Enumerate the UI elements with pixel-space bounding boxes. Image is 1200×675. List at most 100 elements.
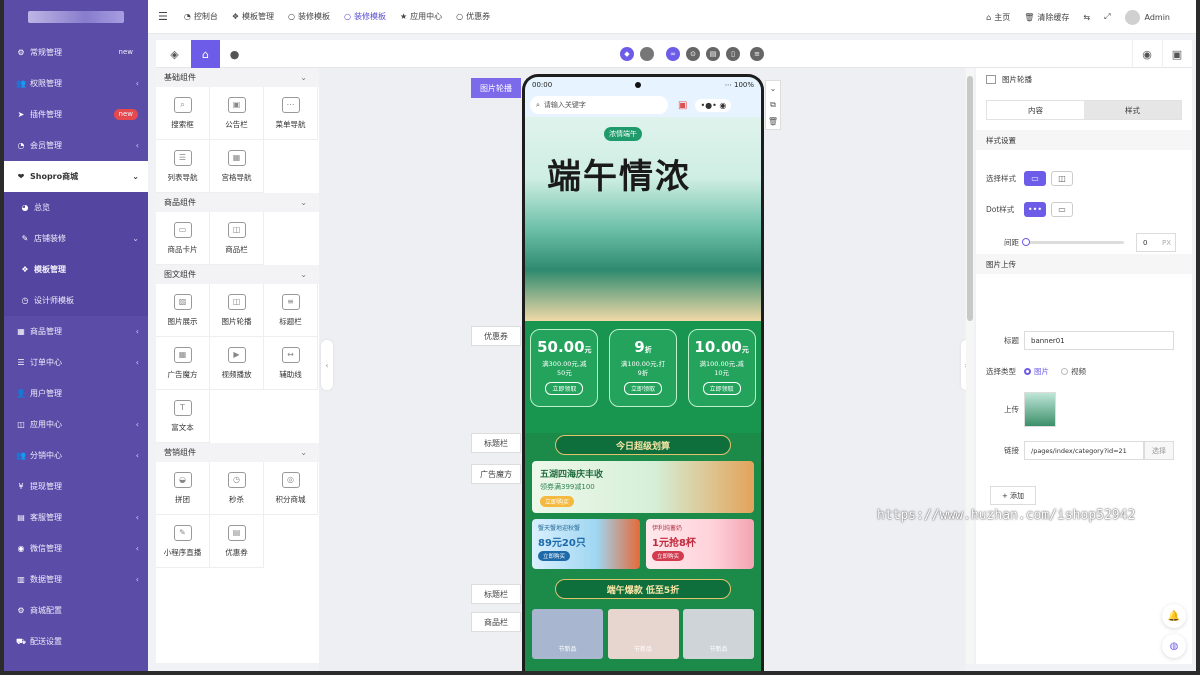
- menu-toggle-icon[interactable]: ☰: [158, 10, 168, 23]
- component-item[interactable]: ◒ 拼团: [156, 462, 210, 515]
- coupon-card[interactable]: 50.00元 满300.00元,减 50元 立即领取: [530, 329, 599, 407]
- component-item[interactable]: ▭ 商品卡片: [156, 212, 210, 265]
- component-group-1[interactable]: 商品组件 ⌄: [156, 193, 319, 212]
- component-item[interactable]: ↔ 辅助线: [264, 337, 318, 390]
- component-item[interactable]: ⋯ 菜单导航: [264, 87, 318, 140]
- phone-search-box[interactable]: ⌕ 请输入关键字: [530, 96, 668, 114]
- app-icon[interactable]: ▯: [726, 47, 740, 61]
- component-item[interactable]: ≡ 标题栏: [264, 284, 318, 337]
- spacing-input[interactable]: 0 PX: [1136, 233, 1176, 252]
- home-link[interactable]: ⌂ 主页: [986, 12, 1010, 23]
- fullscreen-icon[interactable]: ⤢: [1104, 12, 1110, 22]
- component-item[interactable]: T 富文本: [156, 390, 210, 443]
- style-option-2[interactable]: ◫: [1051, 171, 1073, 186]
- chip-goods-bar[interactable]: 商品栏: [471, 612, 521, 632]
- sidebar-item-3[interactable]: ◔ 会员管理 ‹: [4, 130, 148, 161]
- chip-coupon[interactable]: 优惠券: [471, 326, 521, 346]
- dot-option-2[interactable]: ▭: [1051, 202, 1073, 217]
- sidebar-item-12[interactable]: ◫ 应用中心 ‹: [4, 409, 148, 440]
- tab-1[interactable]: ❖ 模板管理: [232, 11, 274, 22]
- user-menu[interactable]: Admin: [1124, 9, 1170, 25]
- sidebar-item-15[interactable]: ▤ 客服管理 ‹: [4, 502, 148, 533]
- banner-image[interactable]: 浓情端午 端午情浓: [525, 117, 761, 321]
- tab-4[interactable]: ★ 应用中心: [400, 11, 442, 22]
- promo-button[interactable]: 立即购买: [540, 496, 575, 507]
- link-input[interactable]: /pages/index/category?id=21: [1024, 441, 1144, 460]
- translate-icon[interactable]: ⇆: [1083, 13, 1090, 22]
- sidebar-item-13[interactable]: 👥 分销中心 ‹: [4, 440, 148, 471]
- chip-title-bar-2[interactable]: 标题栏: [471, 584, 521, 604]
- component-item[interactable]: ◷ 秒杀: [210, 462, 264, 515]
- component-item[interactable]: ▶ 视频播放: [210, 337, 264, 390]
- goods-card[interactable]: 节新品: [607, 609, 679, 659]
- ad-card-milk[interactable]: 伊利纯蓄奶 1元抢8杯 立即购买: [646, 519, 754, 569]
- component-item[interactable]: ⌕ 搜索框: [156, 87, 210, 140]
- chevron-down-icon[interactable]: ⌄: [770, 84, 777, 93]
- preview-eye-icon[interactable]: ◉: [1132, 40, 1161, 68]
- dot-option-1[interactable]: •••: [1024, 202, 1046, 217]
- scan-icon[interactable]: ▣: [678, 100, 687, 111]
- title-input[interactable]: banner01: [1024, 331, 1174, 350]
- sidebar-item-9[interactable]: ▦ 商品管理 ‹: [4, 316, 148, 347]
- ad-card-crab-button[interactable]: 立即购买: [538, 551, 571, 561]
- component-item[interactable]: ◫ 图片轮播: [210, 284, 264, 337]
- coupon-claim-button[interactable]: 立即领取: [702, 382, 741, 395]
- component-item[interactable]: ▦ 广告魔方: [156, 337, 210, 390]
- link-select-button[interactable]: 选择: [1144, 441, 1174, 460]
- coupon-card[interactable]: 9折 满100.00元,打 9折 立即领取: [608, 329, 677, 407]
- component-item[interactable]: ▦ 宫格导航: [210, 140, 264, 193]
- home-page-icon[interactable]: ⌂: [191, 40, 220, 68]
- goods-card[interactable]: 节新品: [532, 609, 603, 659]
- save-icon[interactable]: ▣: [1162, 40, 1191, 68]
- component-group-0[interactable]: 基础组件 ⌄: [156, 68, 319, 87]
- layers-icon[interactable]: ◈: [160, 40, 189, 68]
- sidebar-item-18[interactable]: ⚙ 商城配置: [4, 595, 148, 626]
- clear-cache-link[interactable]: 🗑 清除缓存: [1024, 12, 1069, 23]
- sidebar-item-16[interactable]: ◉ 微信管理 ‹: [4, 533, 148, 564]
- sidebar-item-5[interactable]: ◕ 总览: [4, 192, 148, 223]
- sidebar-item-17[interactable]: ▥ 数据管理 ‹: [4, 564, 148, 595]
- platform-wechat-icon[interactable]: ◆: [620, 47, 634, 61]
- menu-list-icon[interactable]: ≡: [750, 47, 764, 61]
- platform-apple-icon[interactable]: [640, 47, 654, 61]
- spacing-slider[interactable]: [1022, 238, 1124, 246]
- scrollbar-thumb[interactable]: [967, 76, 973, 321]
- component-item[interactable]: ▨ 图片展示: [156, 284, 210, 337]
- miniapp-icon[interactable]: ⊙: [686, 47, 700, 61]
- chat-icon[interactable]: ◍: [1162, 634, 1186, 658]
- component-item[interactable]: ▤ 优惠券: [210, 515, 264, 568]
- sidebar-item-11[interactable]: 👤 用户管理: [4, 378, 148, 409]
- component-item[interactable]: ◫ 商品栏: [210, 212, 264, 265]
- tab-3[interactable]: ○ 装修模板: [344, 11, 386, 22]
- sidebar-item-0[interactable]: ⚙ 常规管理 new: [4, 37, 148, 68]
- sidebar-item-1[interactable]: 👥 权限管理 ‹: [4, 68, 148, 99]
- component-item[interactable]: ✎ 小程序直播: [156, 515, 210, 568]
- delete-icon[interactable]: 🗑: [768, 117, 778, 126]
- h5-icon[interactable]: ▤: [706, 47, 720, 61]
- coupon-claim-button[interactable]: 立即领取: [545, 382, 584, 395]
- sidebar-item-6[interactable]: ✎ 店铺装修 ⌄: [4, 223, 148, 254]
- component-item[interactable]: ◎ 积分商城: [264, 462, 318, 515]
- radio-video[interactable]: [1061, 368, 1068, 375]
- style-option-1[interactable]: ▭: [1024, 171, 1046, 186]
- promo-card[interactable]: 五湖四海庆丰收 领券满399减100 立即购买: [532, 461, 754, 513]
- chip-banner[interactable]: 图片轮播: [471, 78, 521, 98]
- ad-card-crab[interactable]: 蟹天蟹地迎秋蟹 89元20只 立即购买: [532, 519, 640, 569]
- link-icon[interactable]: ∞: [666, 47, 680, 61]
- notification-bell-icon[interactable]: 🔔: [1162, 604, 1186, 628]
- canvas-scrollbar[interactable]: [966, 68, 974, 664]
- sidebar-item-19[interactable]: ⛟ 配送设置: [4, 626, 148, 657]
- sidebar-item-7[interactable]: ❖ 模板管理: [4, 254, 148, 285]
- copy-icon[interactable]: ⧉: [770, 100, 776, 110]
- component-item[interactable]: ☰ 列表导航: [156, 140, 210, 193]
- component-group-2[interactable]: 图文组件 ⌄: [156, 265, 319, 284]
- coupon-claim-button[interactable]: 立即领取: [623, 382, 662, 395]
- goods-card[interactable]: 节新品: [683, 609, 754, 659]
- sidebar-item-10[interactable]: ☰ 订单中心 ‹: [4, 347, 148, 378]
- component-group-3[interactable]: 营销组件 ⌄: [156, 443, 319, 462]
- tab-content[interactable]: 内容: [987, 101, 1084, 119]
- radio-image[interactable]: [1024, 368, 1031, 375]
- sidebar-item-14[interactable]: ¥ 提现管理: [4, 471, 148, 502]
- tab-style[interactable]: 样式: [1084, 101, 1181, 119]
- tab-0[interactable]: ◔ 控制台: [184, 11, 218, 22]
